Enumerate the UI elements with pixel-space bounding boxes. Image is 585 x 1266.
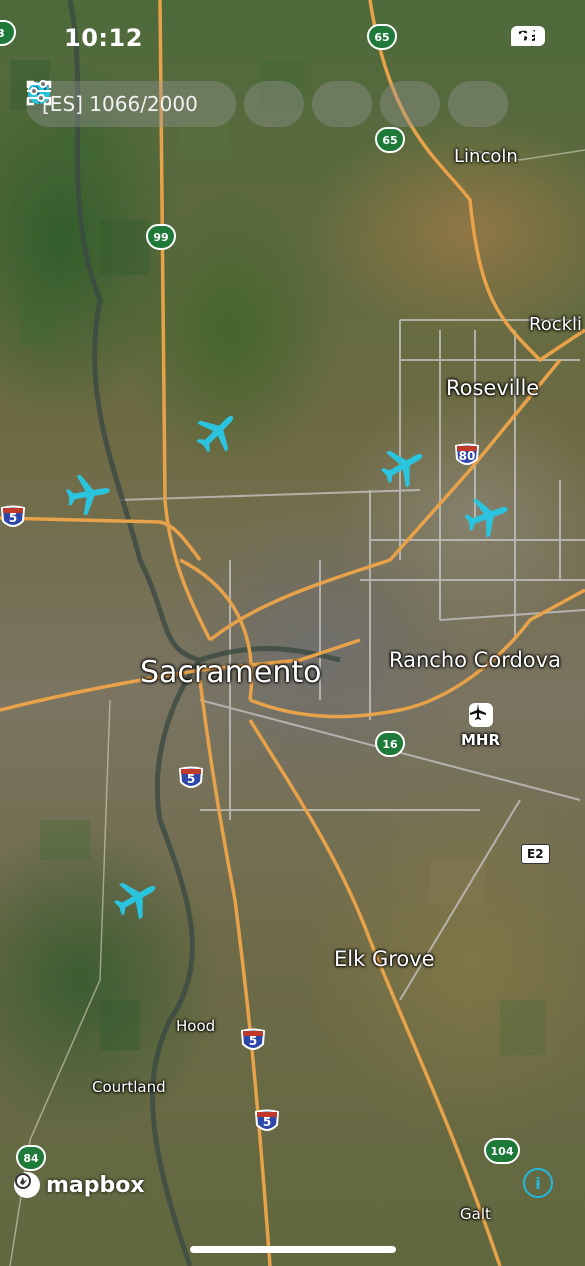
city-label-lincoln: Lincoln xyxy=(454,146,518,167)
aircraft-marker-plane-icon[interactable] xyxy=(193,408,241,456)
road-network xyxy=(0,0,585,1266)
sliders-icon xyxy=(27,80,51,102)
aircraft-marker-plane-icon[interactable] xyxy=(463,492,511,540)
interstate-shield-5-west: 5 xyxy=(0,505,26,531)
top-toolbar: [ES] 1066/2000 xyxy=(26,80,561,128)
aircraft-count-text: [ES] 1066/2000 xyxy=(42,92,198,116)
interstate-shield-5-south-2: 5 xyxy=(254,1109,280,1135)
mapbox-wordmark: mapbox xyxy=(46,1172,145,1198)
mapbox-logo[interactable]: mapbox xyxy=(14,1172,145,1198)
city-label-rocklin: Rockli xyxy=(529,314,583,335)
interstate-shield-5-south-1: 5 xyxy=(240,1028,266,1054)
county-route-e2: E2 xyxy=(521,844,550,864)
globe-button[interactable] xyxy=(28,81,440,127)
route-shield-99: 99 xyxy=(146,224,176,250)
aircraft-marker-plane-icon[interactable] xyxy=(112,874,160,922)
airport-icon[interactable] xyxy=(469,703,493,727)
home-indicator[interactable] xyxy=(190,1246,396,1253)
shield-number: 5 xyxy=(186,772,196,786)
aircraft-count-field[interactable]: [ES] 1066/2000 xyxy=(26,81,236,127)
route-shield-16: 16 xyxy=(375,731,405,757)
status-icons: 89 xyxy=(511,26,545,46)
shield-number: 5 xyxy=(248,1034,258,1048)
route-shield-65: 65 xyxy=(375,127,405,153)
shield-number: 5 xyxy=(8,511,18,525)
satellite-map[interactable]: 10:12 89 [ES] 1066/2000 xyxy=(0,0,585,1266)
city-label-galt: Galt xyxy=(460,1205,491,1223)
info-icon: i xyxy=(535,1173,541,1193)
airplane-glyph-icon xyxy=(470,704,486,720)
airport-code-label: MHR xyxy=(461,731,501,749)
shield-number: 5 xyxy=(262,1115,272,1129)
aircraft-marker-plane-icon[interactable] xyxy=(379,442,427,490)
locate-button[interactable] xyxy=(26,80,372,127)
city-label-elk-grove: Elk Grove xyxy=(334,947,435,971)
city-label-hood: Hood xyxy=(176,1017,216,1035)
status-time: 10:12 xyxy=(64,24,143,52)
city-label-courtland: Courtland xyxy=(92,1078,166,1096)
info-button[interactable]: i xyxy=(523,1168,553,1198)
aircraft-marker-plane-icon[interactable] xyxy=(64,470,112,518)
wifi-icon xyxy=(511,27,537,46)
route-shield-65-top: 65 xyxy=(367,24,397,50)
city-label-rancho-cordova: Rancho Cordova xyxy=(389,648,561,672)
interstate-shield-5-center: 5 xyxy=(178,766,204,792)
shield-number: 80 xyxy=(458,449,476,463)
settings-button[interactable] xyxy=(27,80,508,127)
route-shield-84: 84 xyxy=(16,1145,46,1171)
interstate-shield-80: 80 xyxy=(454,443,480,469)
city-label-roseville: Roseville xyxy=(446,376,540,400)
route-shield-104: 104 xyxy=(484,1138,520,1164)
search-button[interactable] xyxy=(27,81,304,127)
mapbox-logo-icon xyxy=(14,1172,40,1198)
city-label-sacramento: Sacramento xyxy=(140,655,322,690)
